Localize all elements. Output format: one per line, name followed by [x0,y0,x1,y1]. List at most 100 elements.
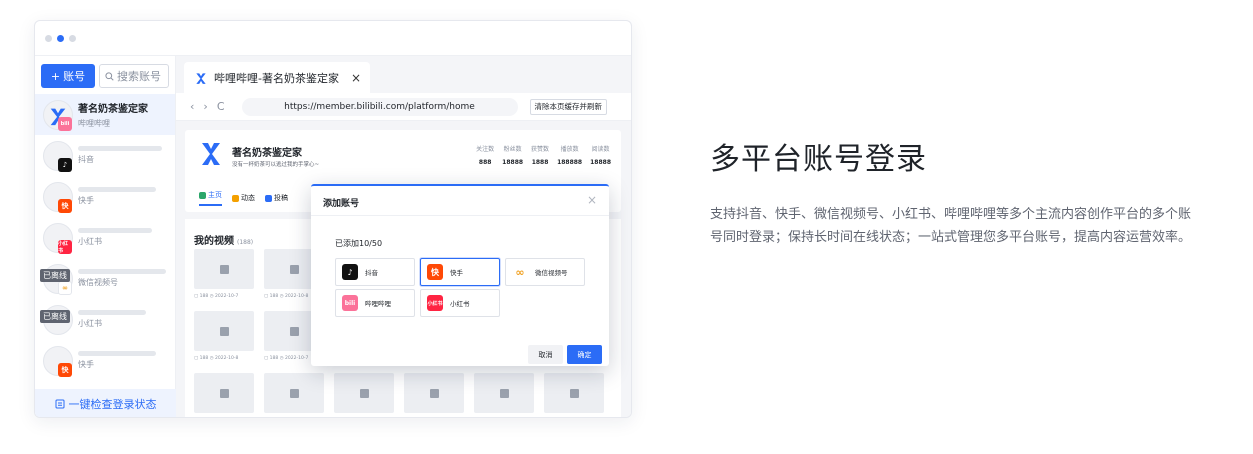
avatar: 小红书 [43,222,73,254]
kuaishou-badge-icon: 快 [58,198,72,213]
account-item[interactable]: 已离线 小红书 [35,299,175,340]
account-platform: 哔哩哔哩 [78,119,110,128]
account-item[interactable]: ∞ 已离线 微信视频号 [35,258,175,299]
tab-home[interactable]: 主页 [199,190,222,206]
confirm-button[interactable]: 确定 [567,345,602,364]
account-platform: 小红书 [78,319,102,328]
window-dot[interactable] [69,34,76,42]
stat-followers: 粉丝数 18888 [502,146,524,166]
name-placeholder-bar [78,146,162,151]
name-placeholder-bar [78,310,146,315]
added-count: 已添加10/50 [335,239,383,248]
sidebar-toolbar: + 账号 搜索账号 [35,56,175,94]
video-thumbnail[interactable] [194,311,254,351]
account-name: 著名奶茶鉴定家 [78,104,148,115]
bilibili-logo-icon [202,143,220,165]
douyin-badge-icon: ♪ [58,157,72,172]
dialog-divider [311,215,609,216]
video-thumbnail[interactable] [264,373,324,413]
account-platform: 小红书 [78,237,102,246]
bilibili-badge-icon: bili [58,116,72,131]
bilibili-icon: bili [342,295,358,311]
submissions-icon [265,194,272,202]
platform-option-douyin[interactable]: ♪ 抖音 [335,258,415,286]
address-bar: ‹ › C https://member.bilibili.com/platfo… [176,93,631,121]
name-placeholder-bar [78,351,156,356]
reload-icon[interactable]: C [217,100,225,113]
platform-option-wechat-channels[interactable]: ∞ 微信视频号 [505,258,585,286]
video-meta: ▢ 188 ◷ 2022-10-7 [264,356,309,361]
window-dot-active[interactable] [57,34,64,42]
avatar: 快 [43,345,73,377]
avatar: bili [43,99,73,131]
platform-option-kuaishou[interactable]: 快 快手 [420,258,500,286]
account-item[interactable]: bili 著名奶茶鉴定家 哔哩哔哩 [35,94,175,135]
tab-close-icon[interactable]: × [351,71,361,85]
avatar: ♪ [43,140,73,172]
dialog-close-icon[interactable]: × [587,193,597,207]
image-placeholder-icon [359,388,369,398]
douyin-icon: ♪ [342,264,358,280]
account-platform: 快手 [78,196,94,205]
add-account-dialog: 添加账号 × 已添加10/50 ♪ 抖音 快 快手 ∞ 微信视频号 bili 哔… [311,184,609,366]
feature-headline: 多平台账号登录 [710,142,927,177]
video-meta: ▢ 188 ◷ 2022-10-7 [194,294,239,299]
offline-badge: 已离线 [40,269,70,282]
app-window: + 账号 搜索账号 bili 著名奶茶鉴定家 哔哩哔哩 ♪ 抖音 快 快手 小红… [34,20,632,418]
account-item[interactable]: 快 快手 [35,176,175,217]
tab-strip: 哔哩哔哩-著名奶茶鉴定家 × [176,56,631,93]
image-placeholder-icon [219,388,229,398]
forward-icon[interactable]: › [203,100,207,113]
plus-icon: + [50,69,61,83]
platform-option-xiaohongshu[interactable]: 小红书 小红书 [420,289,500,317]
videos-count: (188) [237,239,254,246]
video-thumbnail[interactable] [544,373,604,413]
xiaohongshu-icon: 小红书 [427,295,443,311]
image-placeholder-icon [429,388,439,398]
video-thumbnail[interactable] [194,373,254,413]
stat-reads: 阅读数 18888 [590,146,611,166]
kuaishou-badge-icon: 快 [58,362,72,377]
add-account-label: 账号 [63,70,86,83]
video-thumbnail[interactable] [474,373,534,413]
xiaohongshu-badge-icon: 小红书 [58,239,72,254]
page: + 账号 搜索账号 bili 著名奶茶鉴定家 哔哩哔哩 ♪ 抖音 快 快手 小红… [0,0,1253,454]
video-thumbnail[interactable] [404,373,464,413]
back-icon[interactable]: ‹ [190,100,194,113]
url-field[interactable]: https://member.bilibili.com/platform/hom… [241,97,518,116]
tab-submissions[interactable]: 投稿 [265,190,288,206]
search-icon [105,71,114,81]
profile-tabs: 主页 动态 投稿 [199,190,288,206]
image-placeholder-icon [219,326,229,336]
feature-description: 支持抖音、快手、微信视频号、小红书、哔哩哔哩等多个主流内容创作平台的多个账号同时… [710,207,1192,245]
cancel-button[interactable]: 取消 [528,345,563,364]
platform-option-bilibili[interactable]: bili 哔哩哔哩 [335,289,415,317]
bilibili-logo-icon [196,72,206,84]
video-thumbnail[interactable] [334,373,394,413]
window-dot[interactable] [45,34,52,42]
profile-name: 著名奶茶鉴定家 [232,148,302,159]
offline-badge: 已离线 [40,310,70,323]
home-icon [199,191,206,199]
account-item[interactable]: 小红书 小红书 [35,217,175,258]
account-search-input[interactable]: 搜索账号 [99,64,169,88]
search-placeholder: 搜索账号 [117,70,161,83]
check-login-status-button[interactable]: 一键检查登录状态 [35,389,176,417]
stat-likes: 获赞数 1888 [531,146,550,166]
add-account-button[interactable]: + 账号 [41,64,95,88]
wechat-channels-icon: ∞ [512,264,528,280]
video-thumbnail[interactable] [194,249,254,289]
tab-bilibili[interactable]: 哔哩哔哩-著名奶茶鉴定家 × [184,62,370,93]
name-placeholder-bar [78,228,152,233]
check-login-status-label: 一键检查登录状态 [68,398,157,411]
tab-dynamics[interactable]: 动态 [232,190,255,206]
dialog-title: 添加账号 [323,199,360,209]
clear-cache-refresh-button[interactable]: 清除本页缓存并刷新 [529,98,607,115]
checklist-icon [55,399,64,409]
wechat-channels-badge-icon: ∞ [58,280,72,295]
account-item[interactable]: 快 快手 [35,340,175,381]
image-placeholder-icon [289,264,299,274]
account-item[interactable]: ♪ 抖音 [35,135,175,176]
account-platform: 抖音 [78,155,94,164]
videos-title: 我的视频 (188) [194,236,254,247]
